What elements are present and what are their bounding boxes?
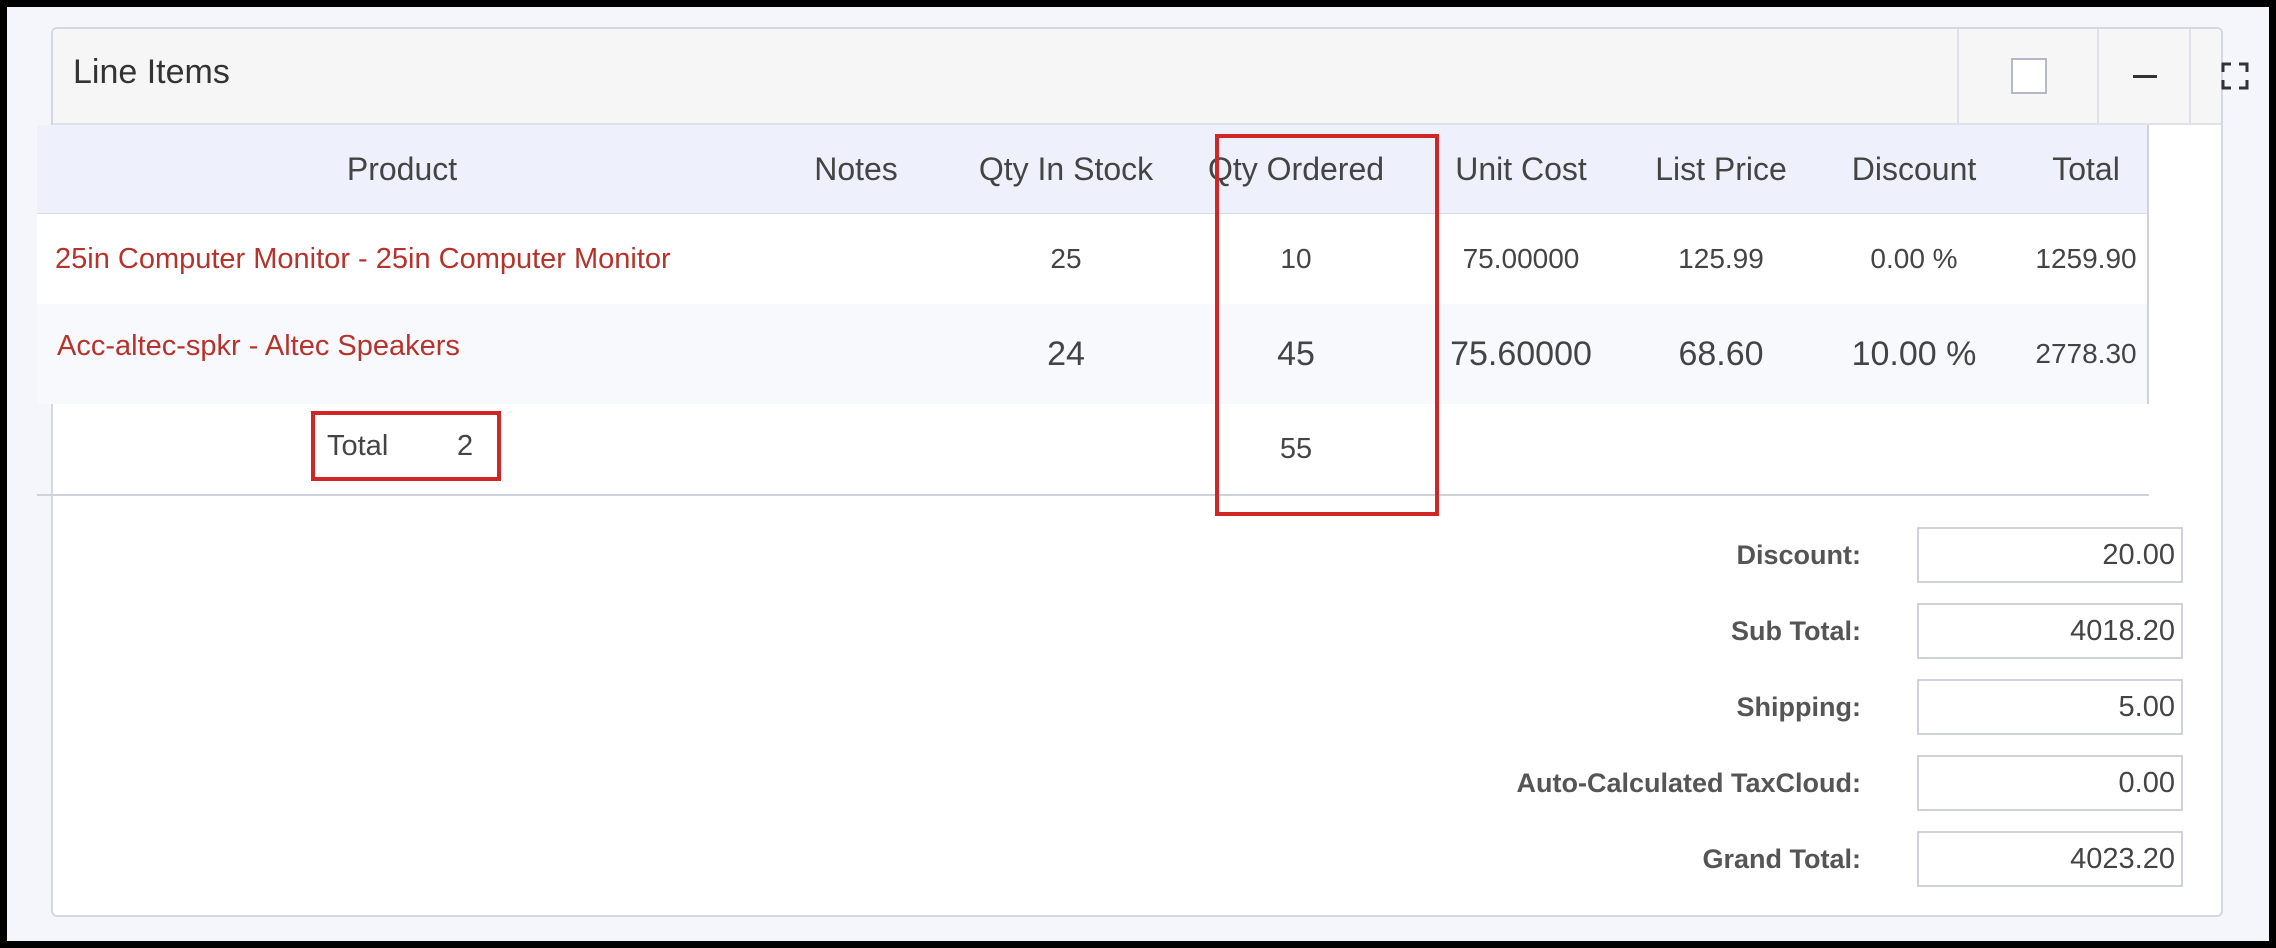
col-header-unit-cost[interactable]: Unit Cost — [1405, 125, 1637, 213]
expand-icon — [2221, 62, 2249, 90]
discount-cell: 10.00 % — [1851, 334, 1977, 373]
unit-cost-cell: 75.60000 — [1450, 334, 1592, 373]
qty-in-stock-cell: 25 — [1050, 243, 1082, 274]
qty-ordered-cell: 45 — [1277, 334, 1315, 373]
item-count: 2 — [457, 429, 474, 462]
discount-label: Discount: — [1736, 539, 1862, 570]
item-count-highlight: Total 2 — [311, 411, 501, 481]
totals-row: Total 2 55 — [37, 404, 2149, 496]
qty-in-stock-cell: 24 — [1047, 334, 1085, 373]
summary-subtotal-row: Sub Total: — [1337, 603, 2183, 659]
notes-cell — [767, 214, 945, 304]
totals-label: Total — [327, 429, 389, 462]
col-header-notes[interactable]: Notes — [767, 125, 945, 213]
unit-cost-cell: 75.00000 — [1462, 243, 1580, 274]
subtotal-field[interactable] — [1917, 603, 2183, 659]
minimize-button[interactable] — [2097, 29, 2191, 123]
summary-tax-row: Auto-Calculated TaxCloud: — [1337, 755, 2183, 811]
minus-icon — [2133, 74, 2157, 78]
product-link[interactable]: 25in Computer Monitor - 25in Computer Mo… — [55, 214, 671, 304]
discount-cell: 0.00 % — [1870, 243, 1958, 274]
summary-grand-total-row: Grand Total: — [1337, 831, 2183, 887]
shipping-label: Shipping: — [1736, 691, 1861, 722]
checkbox-icon[interactable] — [2011, 58, 2047, 94]
maximize-button[interactable] — [2189, 29, 2276, 123]
product-link[interactable]: Acc-altec-spkr - Altec Speakers — [57, 296, 460, 396]
summary-discount-row: Discount: — [1337, 527, 2183, 583]
qty-ordered-cell: 10 — [1280, 243, 1312, 274]
select-checkbox-button[interactable] — [1957, 29, 2099, 123]
col-header-discount[interactable]: Discount — [1805, 125, 2023, 213]
table-right-border — [2147, 125, 2149, 404]
list-price-cell: 68.60 — [1678, 334, 1764, 373]
discount-field[interactable] — [1917, 527, 2183, 583]
col-header-total[interactable]: Total — [2023, 125, 2149, 213]
notes-cell — [767, 304, 945, 404]
col-header-list-price[interactable]: List Price — [1637, 125, 1805, 213]
table-row: 25in Computer Monitor - 25in Computer Mo… — [37, 214, 2149, 304]
total-cell: 2778.30 — [2035, 338, 2137, 369]
panel-header: Line Items — [53, 29, 2249, 125]
tax-field[interactable] — [1917, 755, 2183, 811]
col-header-qty-ordered[interactable]: Qty Ordered — [1187, 125, 1405, 213]
panel-title: Line Items — [73, 53, 230, 91]
summary-shipping-row: Shipping: — [1337, 679, 2183, 735]
list-price-cell: 125.99 — [1678, 243, 1764, 274]
table-header-row: Product Notes Qty In Stock Qty Ordered U… — [37, 125, 2149, 215]
table-row: Acc-altec-spkr - Altec Speakers 24 45 75… — [37, 304, 2149, 404]
shipping-field[interactable] — [1917, 679, 2183, 735]
total-qty-ordered: 55 — [1279, 432, 1313, 465]
col-header-qty-in-stock[interactable]: Qty In Stock — [945, 125, 1187, 213]
total-cell: 1259.90 — [2035, 243, 2137, 274]
grand-total-field[interactable] — [1917, 831, 2183, 887]
grand-total-label: Grand Total: — [1702, 843, 1862, 874]
subtotal-label: Sub Total: — [1731, 615, 1861, 646]
tax-label: Auto-Calculated TaxCloud: — [1516, 767, 1861, 798]
col-header-product[interactable]: Product — [37, 125, 767, 213]
